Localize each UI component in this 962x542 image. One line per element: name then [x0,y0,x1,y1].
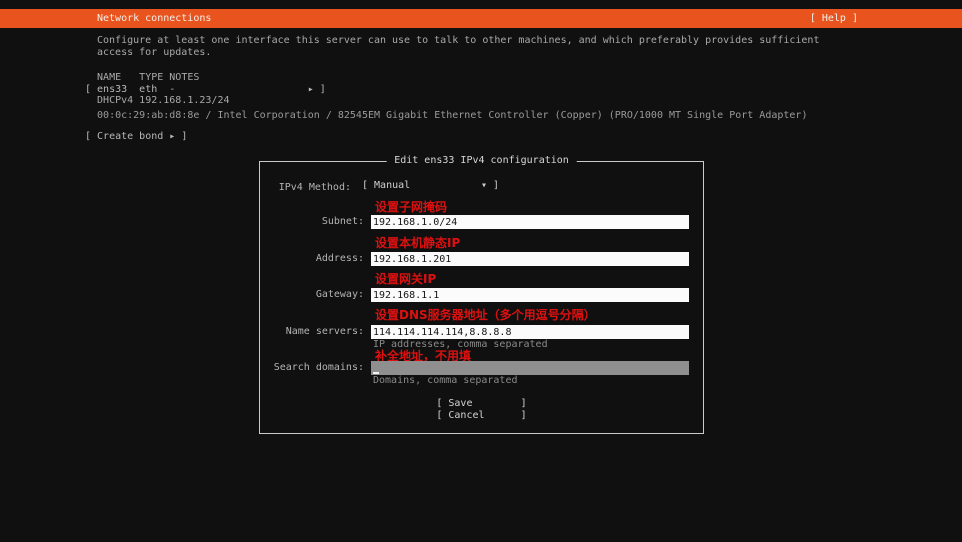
help-button[interactable]: [ Help ] [810,13,858,24]
ipv4-method-label: IPv4 Method: [260,182,351,194]
address-input[interactable] [371,252,689,266]
ipv4-method-dropdown[interactable]: [ Manual ▾ ] [362,180,499,194]
save-button[interactable]: [ Save ] [436,398,526,410]
title-bar: Network connections [ Help ] [0,9,962,28]
create-bond-button[interactable]: [ Create bond ▸ ] [85,131,187,143]
annotation-nameservers: 设置DNS服务器地址（多个用逗号分隔） [375,309,596,322]
search-domains-label: Search domains: [260,362,364,374]
cancel-button[interactable]: [ Cancel ] [436,410,526,422]
annotation-address: 设置本机静态IP [375,237,460,250]
subnet-input[interactable] [371,215,689,229]
name-servers-label: Name servers: [260,326,364,338]
annotation-gateway: 设置网关IP [375,273,436,286]
device-row-mac-info: 00:0c:29:ab:d8:8e / Intel Corporation / … [85,110,807,122]
subnet-label: Subnet: [260,216,364,228]
dialog-title: Edit ens33 IPv4 configuration [386,155,577,166]
edit-ipv4-dialog: Edit ens33 IPv4 configuration IPv4 Metho… [259,161,704,434]
name-servers-input[interactable] [371,325,689,339]
gateway-input[interactable] [371,288,689,302]
gateway-label: Gateway: [260,289,364,301]
text-cursor [373,372,379,374]
device-table-header: NAME TYPE NOTES [85,72,199,84]
device-row-dhcp-info: DHCPv4 192.168.1.23/24 [85,95,230,107]
search-domains-input[interactable] [371,361,689,375]
intro-text-line1: Configure at least one interface this se… [97,35,819,47]
search-domains-help: Domains, comma separated [373,375,518,387]
intro-text-line2: access for updates. [97,47,211,59]
ipv4-method-value: [ Manual [362,180,410,194]
annotation-subnet: 设置子网掩码 [375,201,447,214]
address-label: Address: [260,253,364,265]
chevron-down-icon: ▾ ] [481,180,499,194]
screen-title: Network connections [97,13,211,24]
